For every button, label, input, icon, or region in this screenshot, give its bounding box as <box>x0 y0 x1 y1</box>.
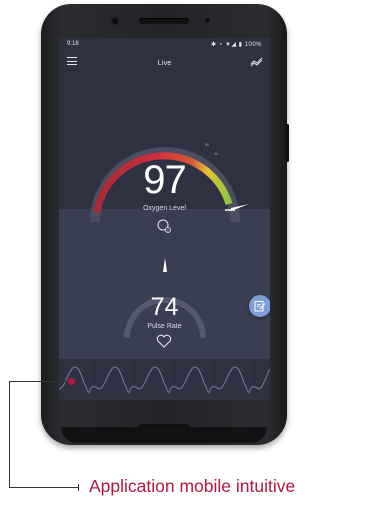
trend-icon[interactable] <box>250 57 263 67</box>
status-icons: ✱ ◔ ▼◢ ▮ 100% <box>210 42 262 48</box>
pleth-waveform <box>59 359 270 400</box>
status-time: 9:18 <box>67 41 79 47</box>
note-edit-icon <box>254 301 266 312</box>
status-bar: 9:18 ✱ ◔ ▼◢ ▮ 100% <box>59 38 270 51</box>
phone-frame: 9:18 ✱ ◔ ▼◢ ▮ 100% Live 80 90 97 Oxygen … <box>41 4 289 445</box>
front-camera <box>111 17 119 25</box>
proximity-sensor <box>205 18 210 23</box>
pulse-rate-value: 74 <box>150 293 179 321</box>
callout-marker <box>68 378 75 385</box>
svg-text:80: 80 <box>205 143 209 147</box>
pleth-waveform-area <box>59 359 270 400</box>
callout-line <box>9 381 71 382</box>
bottom-speaker <box>139 424 189 429</box>
app-title: Live <box>157 58 172 67</box>
callout-line-vertical <box>9 381 10 488</box>
add-note-button[interactable] <box>249 295 270 317</box>
callout-line-bottom <box>9 487 79 488</box>
app-bar: Live <box>59 51 270 73</box>
o2-icon: 2 <box>157 219 171 233</box>
power-button <box>286 124 289 162</box>
svg-text:2: 2 <box>167 229 169 233</box>
oxygen-level-label: Oxygen Level <box>143 205 186 212</box>
caption-text: Application mobile intuitive <box>89 476 296 496</box>
app-screen: 9:18 ✱ ◔ ▼◢ ▮ 100% Live 80 90 97 Oxygen … <box>59 38 270 400</box>
pulse-rate-label: Pulse Rate <box>147 323 182 330</box>
heart-icon <box>156 334 172 348</box>
svg-text:90: 90 <box>214 152 218 156</box>
callout-tick <box>78 484 79 491</box>
oxygen-level-value: 97 <box>143 158 187 202</box>
earpiece-speaker <box>139 18 189 24</box>
